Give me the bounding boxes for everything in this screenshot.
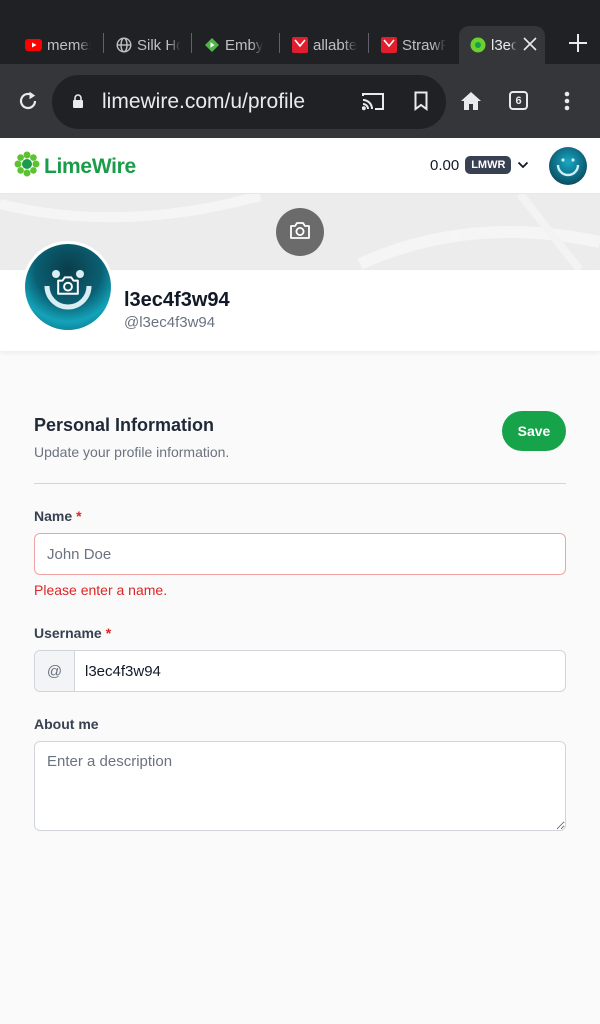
- browser-tab[interactable]: Emby: [203, 26, 269, 64]
- tab-label: StrawP: [402, 36, 446, 54]
- more-menu-icon[interactable]: [562, 91, 572, 111]
- new-tab-icon[interactable]: [568, 30, 588, 58]
- limewire-logo-icon: [14, 151, 40, 182]
- youtube-icon: [25, 37, 42, 54]
- section-subtitle: Update your profile information.: [34, 444, 230, 460]
- tab-label: allabte: [313, 36, 357, 54]
- profile-handle: @l3ec4f3w94: [124, 314, 216, 331]
- tab-label: memes: [47, 36, 91, 54]
- profile-display-name: l3ec4f3w94: [124, 289, 230, 311]
- tab-divider: [103, 33, 104, 53]
- logo-text: LimeWire: [44, 154, 136, 178]
- required-marker: *: [105, 625, 112, 641]
- section-title: Personal Information: [34, 415, 215, 435]
- reload-icon[interactable]: [14, 89, 42, 113]
- name-label-text: Name: [34, 508, 73, 524]
- browser-tab-strip: memes Silk Ho Emby allabte StrawP l3ec: [0, 0, 600, 64]
- red-book-icon: [380, 37, 397, 54]
- username-field-group: @: [34, 650, 566, 692]
- site-header: LimeWire 0.00 LMWR: [0, 138, 600, 194]
- browser-tab[interactable]: StrawP: [380, 26, 446, 64]
- lock-icon: [72, 94, 84, 114]
- chevron-down-icon: [517, 156, 529, 174]
- tab-divider: [191, 33, 192, 53]
- user-avatar[interactable]: [549, 147, 587, 185]
- change-cover-button[interactable]: [276, 208, 324, 256]
- divider: [34, 483, 566, 484]
- browser-tab[interactable]: Silk Ho: [115, 26, 181, 64]
- save-button[interactable]: Save: [502, 411, 566, 451]
- camera-icon: [289, 220, 311, 245]
- username-field[interactable]: [75, 651, 565, 691]
- tab-divider: [279, 33, 280, 53]
- browser-tab[interactable]: allabte: [291, 26, 357, 64]
- address-bar[interactable]: limewire.com/u/profile: [52, 75, 446, 129]
- globe-icon: [115, 37, 132, 54]
- tab-switcher-button[interactable]: 6: [509, 91, 528, 110]
- cast-icon[interactable]: [361, 92, 385, 116]
- tab-label: Silk Ho: [137, 36, 181, 54]
- red-book-icon: [291, 37, 308, 54]
- browser-tab-active[interactable]: l3ec: [459, 26, 545, 64]
- tab-count: 6: [509, 91, 528, 110]
- browser-tab[interactable]: memes: [25, 26, 91, 64]
- name-label: Name *: [34, 508, 82, 524]
- username-label: Username *: [34, 625, 111, 641]
- name-field[interactable]: [34, 533, 566, 575]
- limewire-icon: [469, 37, 486, 54]
- about-label: About me: [34, 716, 99, 732]
- name-error-message: Please enter a name.: [34, 582, 168, 598]
- username-prefix: @: [35, 651, 75, 691]
- username-label-text: Username: [34, 625, 102, 641]
- tab-divider: [368, 33, 369, 53]
- balance-value: 0.00: [430, 156, 460, 174]
- emby-icon: [203, 37, 220, 54]
- required-marker: *: [76, 508, 82, 524]
- url-text: limewire.com/u/profile: [102, 90, 306, 113]
- camera-icon: [56, 274, 80, 301]
- tab-label: Emby: [225, 36, 264, 54]
- bookmark-icon[interactable]: [414, 91, 428, 116]
- browser-toolbar: limewire.com/u/profile 6: [0, 64, 600, 138]
- profile-avatar[interactable]: [22, 241, 114, 333]
- limewire-logo[interactable]: LimeWire: [14, 151, 136, 182]
- wallet-balance-dropdown[interactable]: 0.00 LMWR: [430, 156, 529, 174]
- home-icon[interactable]: [460, 90, 482, 112]
- about-me-field[interactable]: [34, 741, 566, 831]
- tab-label: l3ec: [491, 36, 517, 54]
- close-tab-icon[interactable]: [523, 35, 537, 55]
- token-badge: LMWR: [465, 156, 512, 174]
